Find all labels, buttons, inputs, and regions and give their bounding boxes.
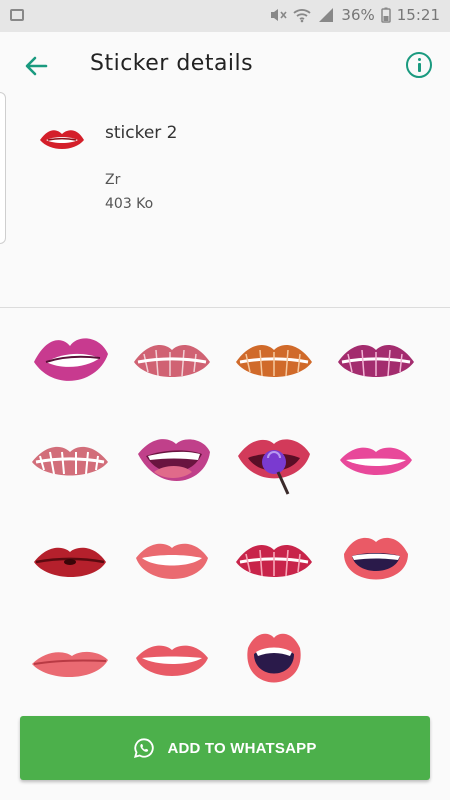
sticker-author: Zr <box>105 172 121 188</box>
sticker-lips-wide-open[interactable] <box>226 618 322 708</box>
divider <box>0 307 450 308</box>
sticker-kiss-print-orange[interactable] <box>226 318 322 408</box>
mute-icon <box>271 9 288 21</box>
sticker-name: sticker 2 <box>105 123 178 143</box>
sticker-lips-teeth-smile[interactable] <box>124 618 220 708</box>
add-button-label: ADD TO WHATSAPP <box>167 739 317 757</box>
whatsapp-icon <box>134 738 155 759</box>
sticker-size: 403 Ko <box>105 196 154 212</box>
battery-percent: 36% <box>341 6 375 24</box>
sticker-details: sticker 2 Zr 403 Ko <box>0 100 450 307</box>
arrow-back-icon[interactable] <box>20 52 52 80</box>
sticker-lips-open-tongue[interactable] <box>124 418 220 508</box>
sticker-kiss-print-magenta[interactable] <box>226 518 322 608</box>
app-bar: Sticker details <box>0 32 450 100</box>
status-icons: 36% 15:21 <box>269 6 440 24</box>
clock: 15:21 <box>396 6 440 24</box>
sticker-kiss-print-faded[interactable] <box>22 418 118 508</box>
info-icon[interactable] <box>406 52 432 78</box>
sticker-preview <box>40 130 84 149</box>
wifi-icon <box>293 9 312 23</box>
sticker-lips-smile-coral[interactable] <box>124 518 220 608</box>
sticker-kiss-print-red[interactable] <box>124 318 220 408</box>
sticker-lips-biting[interactable] <box>22 318 118 408</box>
add-to-whatsapp-button[interactable]: ADD TO WHATSAPP <box>20 716 430 780</box>
sticker-lips-open-dark[interactable] <box>328 518 424 608</box>
signal-icon <box>319 8 334 22</box>
sticker-lips-smile-pink[interactable] <box>328 418 424 508</box>
page-title: Sticker details <box>90 51 254 76</box>
sticker-lips-lollipop[interactable] <box>226 418 322 508</box>
sticker-lips-closed-red[interactable] <box>22 518 118 608</box>
battery-icon <box>381 7 391 23</box>
status-bar: 36% 15:21 <box>0 0 450 32</box>
sticker-kiss-print-purple[interactable] <box>328 318 424 408</box>
gallery-icon <box>10 9 24 21</box>
sticker-lips-pout[interactable] <box>22 618 118 708</box>
